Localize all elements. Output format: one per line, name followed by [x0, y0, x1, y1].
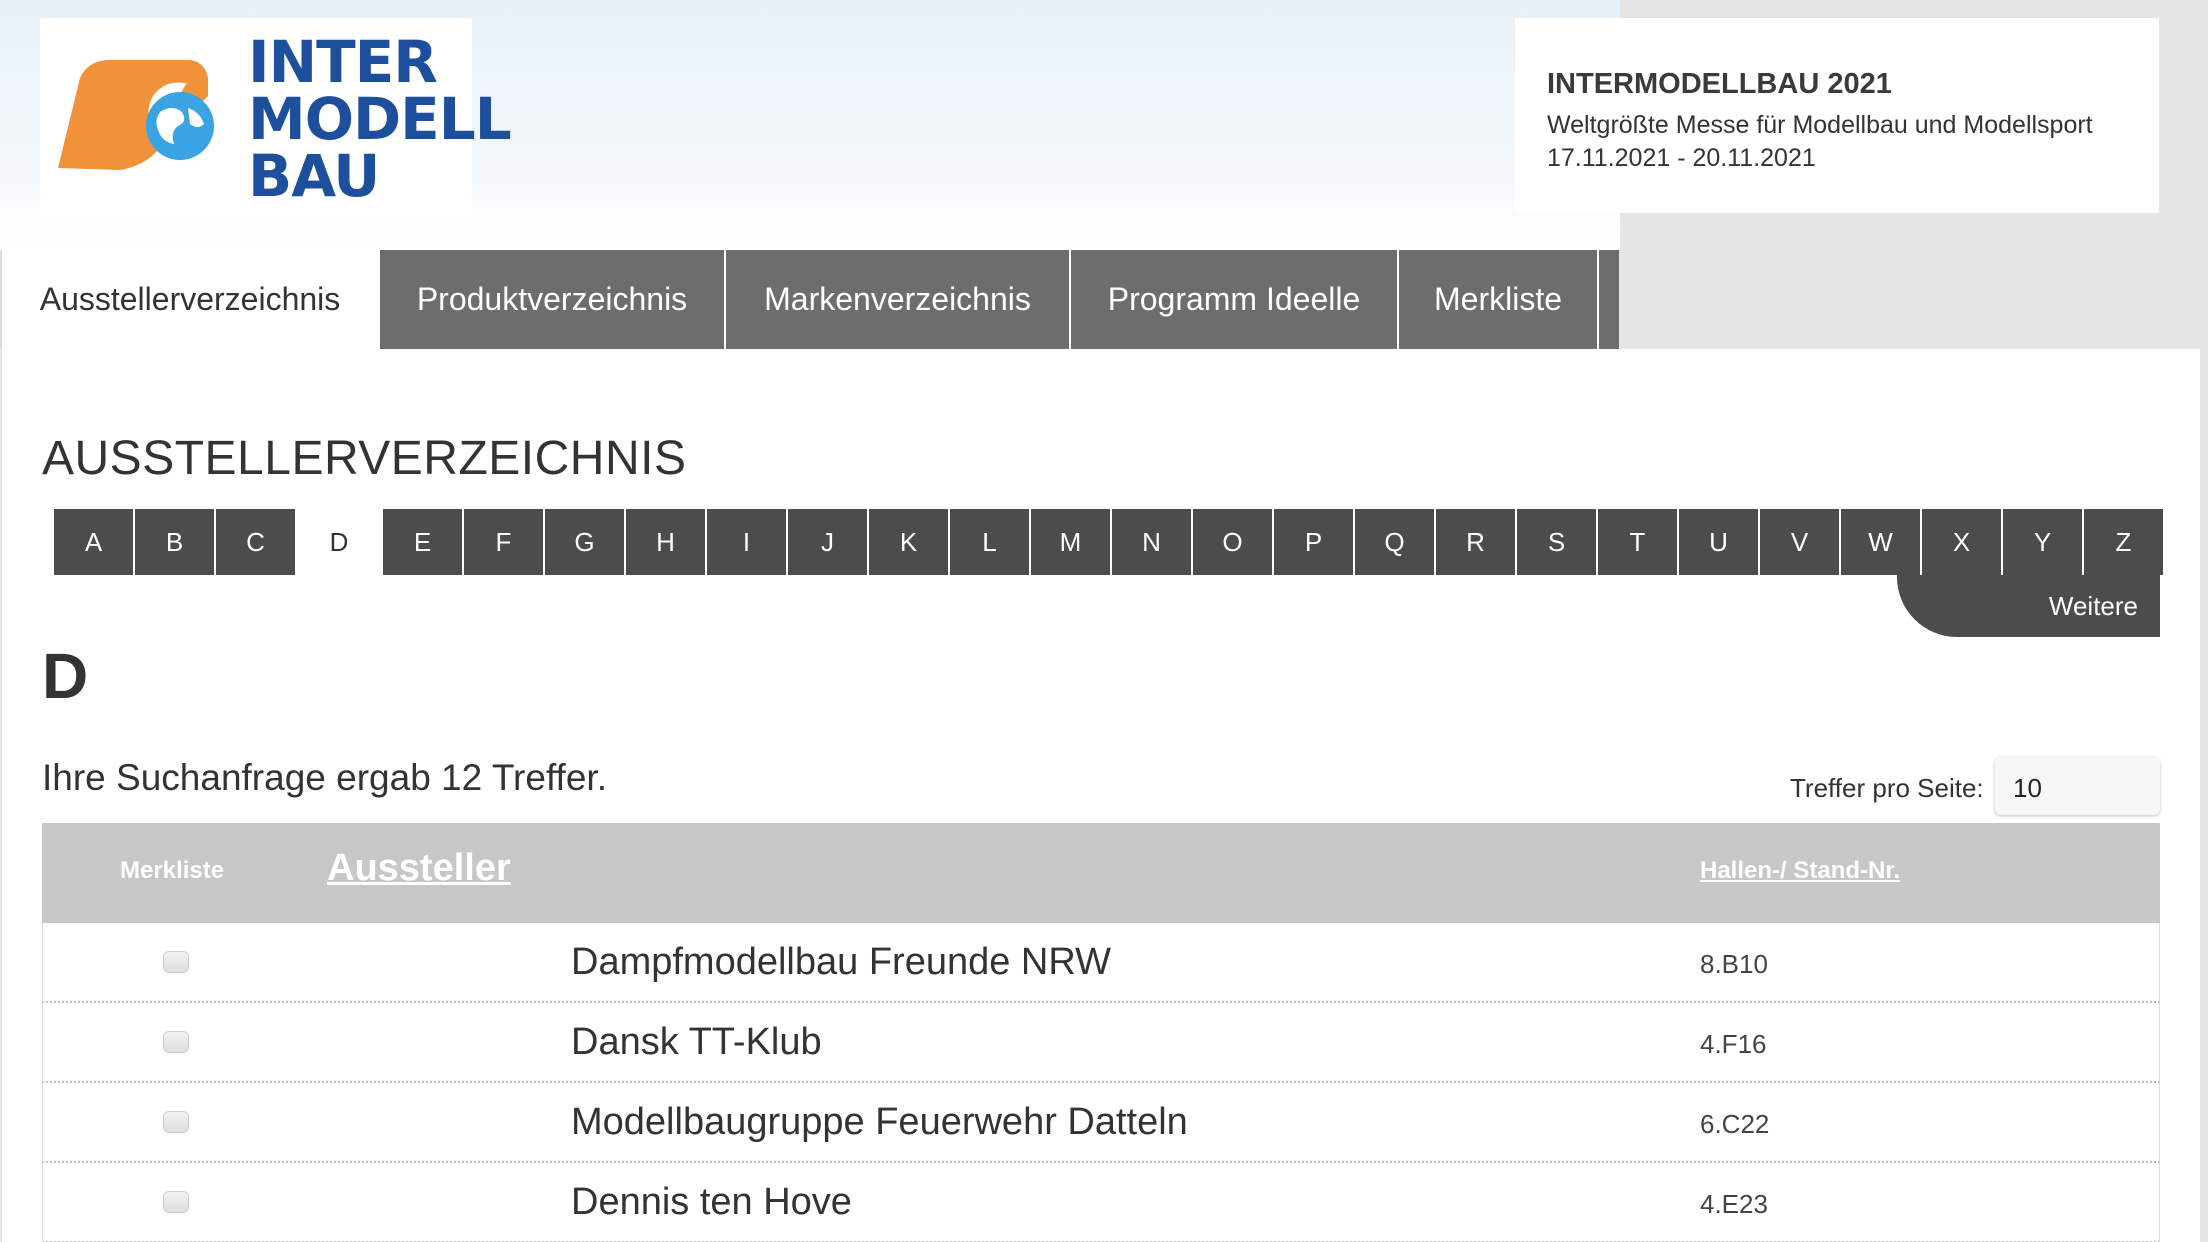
letter-filter-o[interactable]: O: [1193, 509, 1272, 575]
merkliste-checkbox[interactable]: [163, 1191, 189, 1213]
tab-programm-ideelle[interactable]: Programm Ideelle: [1071, 250, 1399, 349]
stand-number: 8.B10: [1700, 949, 1768, 979]
table-row: Dansk TT-Klub 4.F16: [42, 1003, 2160, 1083]
nav-end-cap: [1599, 250, 1619, 349]
header-merkliste: Merkliste: [120, 857, 225, 884]
main-content: AUSSTELLERVERZEICHNIS ABCDEFGHIJKLMNOPQR…: [2, 349, 2200, 1242]
exhibitor-name-link[interactable]: Dansk TT-Klub: [571, 1021, 822, 1064]
letter-filter-t[interactable]: T: [1598, 509, 1677, 575]
letter-filter-s[interactable]: S: [1517, 509, 1596, 575]
letter-filter-h[interactable]: H: [626, 509, 705, 575]
letter-filter-y[interactable]: Y: [2003, 509, 2082, 575]
result-count: Ihre Suchanfrage ergab 12 Treffer.: [42, 757, 607, 798]
exhibitor-name-link[interactable]: Dennis ten Hove: [571, 1181, 852, 1224]
page-title: AUSSTELLERVERZEICHNIS: [42, 432, 687, 485]
letter-filter-c[interactable]: C: [216, 509, 295, 575]
letter-filter-f[interactable]: F: [464, 509, 543, 575]
tab-produktverzeichnis[interactable]: Produktverzeichnis: [380, 250, 726, 349]
scrollbar[interactable]: [2200, 250, 2208, 1242]
logo-text: INTER MODELL BAU: [248, 28, 512, 210]
merkliste-checkbox[interactable]: [163, 1111, 189, 1133]
tab-merkliste[interactable]: Merkliste: [1399, 250, 1599, 349]
letter-filter-i[interactable]: I: [707, 509, 786, 575]
letter-filter-n[interactable]: N: [1112, 509, 1191, 575]
exhibitor-name-link[interactable]: Modellbaugruppe Feuerwehr Datteln: [571, 1101, 1188, 1144]
letter-filter-a[interactable]: A: [54, 509, 133, 575]
letter-filter-x[interactable]: X: [1922, 509, 2001, 575]
table-row: Modellbaugruppe Feuerwehr Datteln 6.C22: [42, 1083, 2160, 1163]
letter-filter-r[interactable]: R: [1436, 509, 1515, 575]
letter-filter-d[interactable]: D: [297, 509, 381, 575]
header-aussteller-sort[interactable]: Aussteller: [327, 847, 511, 890]
letter-filter-u[interactable]: U: [1679, 509, 1758, 575]
header-halle-sort[interactable]: Hallen-/ Stand-Nr.: [1700, 857, 1900, 885]
intermodellbau-logo[interactable]: INTER MODELL BAU: [40, 18, 512, 216]
event-subtitle: Weltgrößte Messe für Modellbau und Model…: [1547, 111, 2093, 139]
exhibitor-name-link[interactable]: Dampfmodellbau Freunde NRW: [571, 941, 1111, 984]
alphabet-filter: ABCDEFGHIJKLMNOPQRSTUVWXYZ: [54, 509, 2165, 575]
letter-filter-q[interactable]: Q: [1355, 509, 1434, 575]
per-page-select[interactable]: 10: [1995, 757, 2160, 815]
letter-filter-z[interactable]: Z: [2084, 509, 2163, 575]
letter-filter-m[interactable]: M: [1031, 509, 1110, 575]
letter-heading: D: [42, 640, 89, 712]
merkliste-checkbox[interactable]: [163, 951, 189, 973]
letter-filter-p[interactable]: P: [1274, 509, 1353, 575]
event-dates: 17.11.2021 - 20.11.2021: [1547, 144, 1816, 172]
letter-filter-k[interactable]: K: [869, 509, 948, 575]
stand-number: 6.C22: [1700, 1109, 1770, 1139]
exhibitor-table: Merkliste Aussteller Hallen-/ Stand-Nr. …: [42, 823, 2160, 1242]
table-header: Merkliste Aussteller Hallen-/ Stand-Nr.: [42, 823, 2160, 923]
letter-filter-l[interactable]: L: [950, 509, 1029, 575]
letter-filter-e[interactable]: E: [383, 509, 462, 575]
stand-number: 4.F16: [1700, 1029, 1767, 1059]
letter-filter-w[interactable]: W: [1841, 509, 1920, 575]
tab-ausstellerverzeichnis[interactable]: Ausstellerverzeichnis: [0, 250, 380, 349]
merkliste-checkbox[interactable]: [163, 1031, 189, 1053]
stand-number: 4.E23: [1700, 1189, 1768, 1219]
tab-markenverzeichnis[interactable]: Markenverzeichnis: [726, 250, 1071, 349]
letter-filter-j[interactable]: J: [788, 509, 867, 575]
letter-filter-g[interactable]: G: [545, 509, 624, 575]
letter-filter-b[interactable]: B: [135, 509, 214, 575]
event-title: INTERMODELLBAU 2021: [1547, 68, 1892, 100]
table-row: Dennis ten Hove 4.E23: [42, 1163, 2160, 1242]
main-navigation: Ausstellerverzeichnis Produktverzeichnis…: [0, 250, 1619, 349]
table-body: Dampfmodellbau Freunde NRW 8.B10 Dansk TT-…: [42, 923, 2160, 1242]
table-row: Dampfmodellbau Freunde NRW 8.B10: [42, 923, 2160, 1003]
event-info: INTERMODELLBAU 2021 Weltgrößte Messe für…: [1515, 18, 2159, 213]
hand-globe-logo-icon: [58, 60, 214, 170]
letter-filter-v[interactable]: V: [1760, 509, 1839, 575]
more-button[interactable]: Weitere: [1897, 575, 2160, 637]
per-page-label: Treffer pro Seite:: [1790, 773, 1984, 803]
